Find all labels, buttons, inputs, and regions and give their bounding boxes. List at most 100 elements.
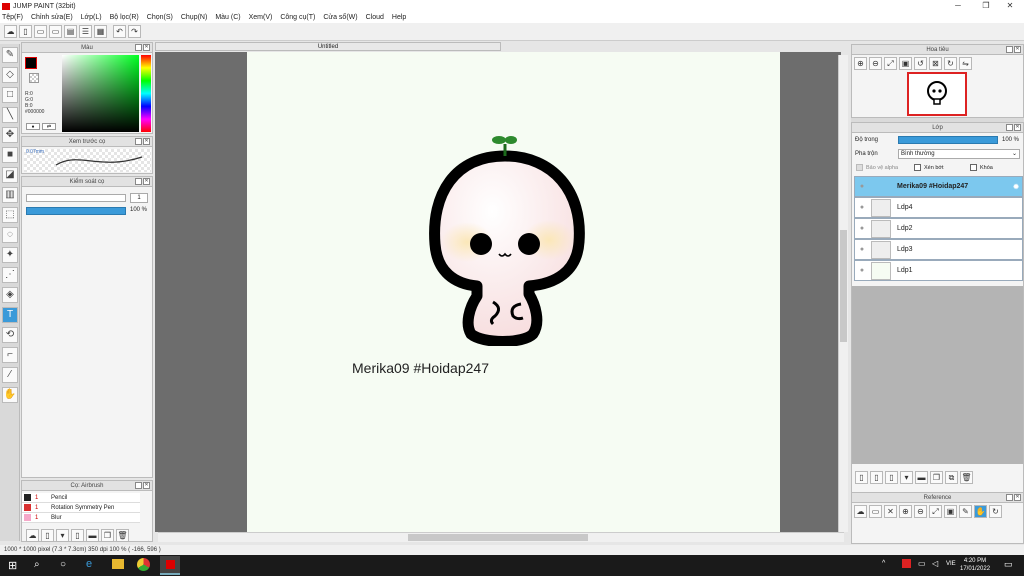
close-button[interactable]: ✕ (996, 0, 1024, 12)
panel-close-icon[interactable]: ✕ (1014, 124, 1021, 131)
clock[interactable]: 4:20 PM 17/01/2022 (960, 557, 990, 573)
gradient-tool-icon[interactable]: ▥ (2, 187, 18, 203)
menu-cloud[interactable]: Cloud (366, 14, 384, 21)
reference-zoom-in-icon[interactable]: ⊕ (899, 505, 912, 518)
flip-icon[interactable]: ⇋ (959, 57, 972, 70)
brush-folder-icon[interactable]: ▬ (86, 529, 99, 542)
new-layer-icon[interactable]: ▯ (855, 471, 868, 484)
brush-add-icon[interactable]: ▾ (56, 529, 69, 542)
grid-icon[interactable]: ▦ (94, 25, 107, 38)
eye-icon[interactable]: ● (855, 246, 869, 253)
move-tool-icon[interactable]: ✥ (2, 127, 18, 143)
gear-icon[interactable]: ✹ (1013, 183, 1019, 191)
windows-start-icon[interactable]: ⊞ (8, 559, 17, 572)
text-tool-icon[interactable]: T (2, 307, 18, 323)
reference-hand-icon[interactable]: ✋ (974, 505, 987, 518)
brush-item-pencil[interactable]: 1 Pencil (22, 493, 140, 503)
dropper-tool-icon[interactable]: ⌐ (2, 347, 18, 363)
clipping-option[interactable]: Xén bớt (914, 164, 944, 171)
brush-size-slider[interactable] (26, 194, 126, 202)
rotate-left-icon[interactable]: ↺ (914, 57, 927, 70)
menu-select[interactable]: Chọn(S) (147, 14, 173, 21)
redo-icon[interactable]: ↷ (128, 25, 141, 38)
tray-app-icon[interactable] (902, 559, 911, 568)
menu-window[interactable]: Cửa sổ(W) (323, 14, 357, 21)
reference-rotate-icon[interactable]: ↻ (989, 505, 1002, 518)
navigator-thumbnail[interactable] (907, 72, 967, 116)
chat-icon[interactable]: ▭ (34, 25, 47, 38)
actual-size-icon[interactable]: ▣ (899, 57, 912, 70)
menu-color[interactable]: Màu (C) (215, 14, 240, 21)
brush-new-icon[interactable]: ▯ (41, 529, 54, 542)
horizontal-scrollbar[interactable] (158, 532, 844, 542)
magic-wand-icon[interactable]: ✦ (2, 247, 18, 263)
menu-filter[interactable]: Bộ lọc(R) (110, 14, 139, 21)
new-file-icon[interactable]: ▯ (19, 25, 32, 38)
new-layer-1bit-icon[interactable]: ▯ (885, 471, 898, 484)
eye-icon[interactable]: ● (855, 225, 869, 232)
panel-close-icon[interactable]: ✕ (1014, 46, 1021, 53)
panel-pin-icon[interactable] (135, 482, 142, 489)
menu-help[interactable]: Help (392, 14, 406, 21)
chrome-icon[interactable] (137, 558, 150, 571)
vertical-scroll-thumb[interactable] (840, 230, 847, 342)
menu-layer[interactable]: Lớp(L) (81, 14, 102, 21)
blend-mode-select[interactable]: Bình thường ⌄ (898, 149, 1020, 159)
brush-opacity-slider[interactable] (26, 207, 126, 215)
line-tool-icon[interactable]: ╲ (2, 107, 18, 123)
language-indicator[interactable]: VIE (946, 561, 956, 567)
file-explorer-icon[interactable] (112, 559, 124, 569)
brush-size-input[interactable]: 1 (130, 193, 148, 203)
panel-pin-icon[interactable] (135, 178, 142, 185)
eye-icon[interactable]: ● (855, 204, 869, 211)
eraser-tool-icon[interactable]: ◇ (2, 67, 18, 83)
zoom-in-icon[interactable]: ⊕ (854, 57, 867, 70)
foreground-color-swatch[interactable] (25, 57, 37, 69)
comment-icon[interactable]: ▭ (49, 25, 62, 38)
eye-icon[interactable]: ● (855, 267, 869, 274)
lock-option[interactable]: Khóa (970, 164, 993, 171)
bucket-tool-icon[interactable]: ◪ (2, 167, 18, 183)
reference-fit-icon[interactable]: ⤢ (929, 505, 942, 518)
duplicate-layer-icon[interactable]: ❐ (930, 471, 943, 484)
document-icon[interactable]: ▤ (64, 25, 77, 38)
brush-cloud-icon[interactable]: ☁ (26, 529, 39, 542)
canvas-text[interactable]: Merika09 #Hoidap247 (352, 360, 489, 376)
background-color-swatch[interactable] (29, 73, 39, 83)
layer-item[interactable]: ● Merika09 #Hoidap247 ✹ (854, 176, 1023, 197)
add-layer-menu-icon[interactable]: ▾ (900, 471, 913, 484)
panel-pin-icon[interactable] (1006, 46, 1013, 53)
select-rect-icon[interactable]: ⬚ (2, 207, 18, 223)
layer-item[interactable]: ● Ldp4 (854, 197, 1023, 218)
delete-layer-icon[interactable]: 🗑 (960, 471, 973, 484)
color-wheel-icon[interactable]: ● (26, 123, 40, 130)
task-view-icon[interactable]: ○ (60, 559, 66, 570)
panel-pin-icon[interactable] (1006, 124, 1013, 131)
fit-screen-icon[interactable]: ⤢ (884, 57, 897, 70)
merge-layer-icon[interactable]: ⧉ (945, 471, 958, 484)
panel-close-icon[interactable]: ✕ (143, 482, 150, 489)
brush-item-rotation-symmetry-pen[interactable]: 1 Rotation Symmetry Pen (22, 503, 140, 513)
rect-tool-icon[interactable]: □ (2, 87, 18, 103)
layer-item[interactable]: ● Ldp2 (854, 218, 1023, 239)
brush-duplicate-icon[interactable]: ❐ (101, 529, 114, 542)
folder-icon[interactable]: ▬ (915, 471, 928, 484)
menu-view[interactable]: Xem(V) (249, 14, 273, 21)
brush-item-blur[interactable]: 1 Blur (22, 513, 140, 523)
brush-copy-icon[interactable]: ▯ (71, 529, 84, 542)
clipping-checkbox[interactable] (914, 164, 921, 171)
eyedropper-icon[interactable]: ⁄ (2, 367, 18, 383)
document-canvas[interactable]: Merika09 #Hoidap247 (247, 52, 780, 532)
menu-capture[interactable]: Chụp(N) (181, 14, 207, 21)
reference-open-icon[interactable]: ▭ (869, 505, 882, 518)
color-swap-icon[interactable]: ⇄ (42, 123, 56, 130)
menu-file[interactable]: Tệp(F) (2, 14, 23, 21)
layer-item[interactable]: ● Ldp1 (854, 260, 1023, 281)
select-eraser-icon[interactable]: ◈ (2, 287, 18, 303)
reference-close-icon[interactable]: ✕ (884, 505, 897, 518)
hand-tool-icon[interactable]: ✋ (2, 387, 18, 403)
list-icon[interactable]: ☰ (79, 25, 92, 38)
panel-close-icon[interactable]: ✕ (143, 138, 150, 145)
panel-pin-icon[interactable] (1006, 494, 1013, 501)
vertical-scrollbar[interactable] (838, 55, 848, 532)
